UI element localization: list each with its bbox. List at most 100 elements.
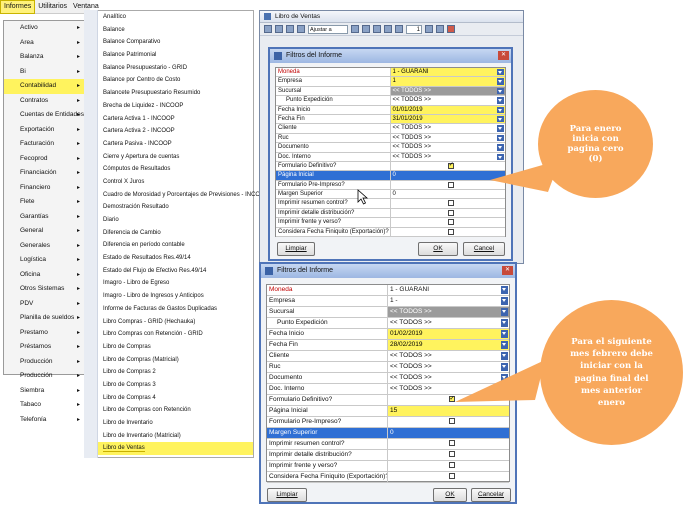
zoom-select[interactable]: Ajustar a bbox=[308, 24, 348, 34]
report-item[interactable]: Estado del Flujo de Efectivo Res.49/14 bbox=[85, 265, 253, 278]
submenu-item[interactable]: PDV ▸ bbox=[4, 297, 84, 312]
report-item[interactable]: Demostración Resultado bbox=[85, 201, 253, 214]
submenu-item[interactable]: Siembra ▸ bbox=[4, 384, 84, 399]
filter-value[interactable]: 1 - bbox=[388, 296, 509, 306]
submenu-item[interactable]: Balanza ▸ bbox=[4, 50, 84, 65]
multi-page-icon[interactable] bbox=[373, 25, 381, 33]
filter-value[interactable] bbox=[391, 209, 506, 217]
filter-value[interactable]: 31/01/2019 bbox=[390, 114, 505, 124]
checkbox[interactable] bbox=[447, 219, 454, 226]
report-item[interactable]: Analítico bbox=[85, 11, 253, 24]
ok-button[interactable]: OK bbox=[418, 242, 458, 256]
report-item[interactable]: Cierre y Apertura de cuentas bbox=[85, 151, 253, 164]
filter-value[interactable]: << TODOS >> bbox=[388, 318, 509, 328]
submenu-item[interactable]: Tabaco ▸ bbox=[4, 398, 84, 413]
filter-value[interactable]: 0 bbox=[390, 171, 505, 180]
first-page-icon[interactable] bbox=[384, 25, 392, 33]
filter-value[interactable] bbox=[388, 450, 509, 460]
cancel-button[interactable]: Cancelar bbox=[471, 488, 511, 502]
submenu-item[interactable]: Cuentas de Entidades ▸ bbox=[4, 108, 84, 123]
submenu-item[interactable]: Flete ▸ bbox=[4, 195, 84, 210]
submenu-item[interactable]: Producción ▸ bbox=[4, 369, 84, 384]
cancel-button[interactable]: Cancel bbox=[463, 242, 505, 256]
submenu-item[interactable]: Contabilidad ▸ bbox=[4, 79, 84, 94]
checkbox[interactable] bbox=[448, 451, 455, 457]
submenu-item[interactable]: Bi ▸ bbox=[4, 65, 84, 80]
filter-value[interactable]: << TODOS >> bbox=[391, 143, 506, 151]
menu-1[interactable]: Utilitarios bbox=[35, 1, 70, 13]
report-item[interactable]: Balance bbox=[85, 24, 253, 37]
checkbox[interactable] bbox=[448, 473, 455, 479]
submenu-item[interactable]: Exportación ▸ bbox=[4, 123, 84, 138]
filter-value[interactable]: 28/02/2019 bbox=[388, 340, 509, 350]
submenu-item[interactable]: Generales ▸ bbox=[4, 239, 84, 254]
dropdown-arrow-icon[interactable] bbox=[497, 115, 504, 123]
close-icon[interactable]: ✕ bbox=[498, 51, 509, 60]
report-item[interactable]: Libro de Compras 3 bbox=[85, 379, 253, 392]
filter-value[interactable] bbox=[391, 162, 506, 170]
clear-button[interactable]: Limpiar bbox=[267, 488, 307, 502]
filter-value[interactable]: << TODOS >> bbox=[391, 96, 506, 104]
dropdown-arrow-icon[interactable] bbox=[501, 330, 508, 338]
dropdown-arrow-icon[interactable] bbox=[497, 69, 504, 76]
checkbox[interactable] bbox=[447, 200, 454, 207]
report-item[interactable]: Libro de Inventario (Matricial) bbox=[85, 430, 253, 443]
submenu-item[interactable]: Financiero ▸ bbox=[4, 181, 84, 196]
report-item[interactable]: Balance Presupuestario - GRID bbox=[85, 62, 253, 75]
close-icon[interactable]: ✕ bbox=[502, 266, 513, 275]
filter-value[interactable] bbox=[388, 472, 509, 482]
report-item[interactable]: Libro de Compras bbox=[85, 341, 253, 354]
filter-value[interactable] bbox=[388, 461, 509, 471]
dropdown-arrow-icon[interactable] bbox=[497, 153, 504, 160]
zoom-in-icon[interactable] bbox=[351, 25, 359, 33]
report-item[interactable]: Libro de Compras con Retención bbox=[85, 404, 253, 417]
filter-value[interactable]: 1 - GUARANI bbox=[388, 285, 509, 295]
filter-value[interactable]: << TODOS >> bbox=[388, 307, 509, 317]
dropdown-arrow-icon[interactable] bbox=[497, 87, 504, 95]
prev-page-icon[interactable] bbox=[395, 25, 403, 33]
submenu-item[interactable]: Oficina ▸ bbox=[4, 268, 84, 283]
report-item[interactable]: Imagro - Libro de Egreso bbox=[85, 277, 253, 290]
report-item[interactable]: Balance Comparativo bbox=[85, 36, 253, 49]
report-item[interactable]: Diario bbox=[85, 214, 253, 227]
ok-button[interactable]: OK bbox=[433, 488, 467, 502]
filter-value[interactable] bbox=[391, 181, 506, 189]
checkbox[interactable] bbox=[448, 440, 455, 446]
last-page-icon[interactable] bbox=[436, 25, 444, 33]
report-item[interactable]: Cartera Activa 2 - INCOOP bbox=[85, 125, 253, 138]
checkbox[interactable] bbox=[447, 181, 454, 188]
dropdown-arrow-icon[interactable] bbox=[497, 134, 504, 142]
filter-value[interactable] bbox=[391, 228, 506, 236]
checkbox[interactable] bbox=[448, 418, 455, 424]
dropdown-arrow-icon[interactable] bbox=[501, 352, 508, 360]
report-item[interactable]: Cartera Activa 1 - INCOOP bbox=[85, 113, 253, 126]
report-item[interactable]: Libro Compras - GRID (Hechauka) bbox=[85, 316, 253, 329]
report-item[interactable]: Balancete Presupuestario Resumido bbox=[85, 87, 253, 100]
submenu-item[interactable]: Producción ▸ bbox=[4, 355, 84, 370]
report-item[interactable]: Libro de Inventario bbox=[85, 417, 253, 430]
dropdown-arrow-icon[interactable] bbox=[497, 106, 504, 113]
filter-value[interactable]: 01/01/2019 bbox=[390, 105, 505, 114]
report-item[interactable]: Estado de Resultados Res.49/14 bbox=[85, 252, 253, 265]
submenu-item[interactable]: Garantías ▸ bbox=[4, 210, 84, 225]
filter-value[interactable]: 0 bbox=[391, 190, 506, 198]
dropdown-arrow-icon[interactable] bbox=[501, 308, 508, 316]
clear-button[interactable]: Limpiar bbox=[277, 242, 315, 256]
filter-value[interactable]: 1 bbox=[390, 77, 505, 86]
submenu-item[interactable]: Facturación ▸ bbox=[4, 137, 84, 152]
report-item[interactable]: Cuadro de Morosidad y Porcentajes de Pre… bbox=[85, 189, 269, 202]
submenu-item[interactable]: Activo ▸ bbox=[4, 21, 84, 36]
report-item[interactable]: Informe de Facturas de Gastos Duplicadas bbox=[85, 303, 253, 316]
submenu-item[interactable]: Logística ▸ bbox=[4, 253, 84, 268]
report-item[interactable]: Diferencia en período contable bbox=[85, 239, 253, 252]
checkbox[interactable] bbox=[447, 209, 454, 216]
report-item[interactable]: Diferencia de Cambio bbox=[85, 227, 253, 240]
checkbox[interactable] bbox=[448, 395, 455, 404]
report-item[interactable]: Libro de Compras (Matricial) bbox=[85, 354, 253, 367]
checkbox[interactable] bbox=[447, 162, 454, 169]
dropdown-arrow-icon[interactable] bbox=[497, 78, 504, 85]
menu-0[interactable]: Informes bbox=[0, 0, 36, 14]
report-item[interactable]: Libro de Ventas bbox=[85, 442, 253, 456]
next-page-icon[interactable] bbox=[425, 25, 433, 33]
submenu-item[interactable]: Contratos ▸ bbox=[4, 94, 84, 109]
